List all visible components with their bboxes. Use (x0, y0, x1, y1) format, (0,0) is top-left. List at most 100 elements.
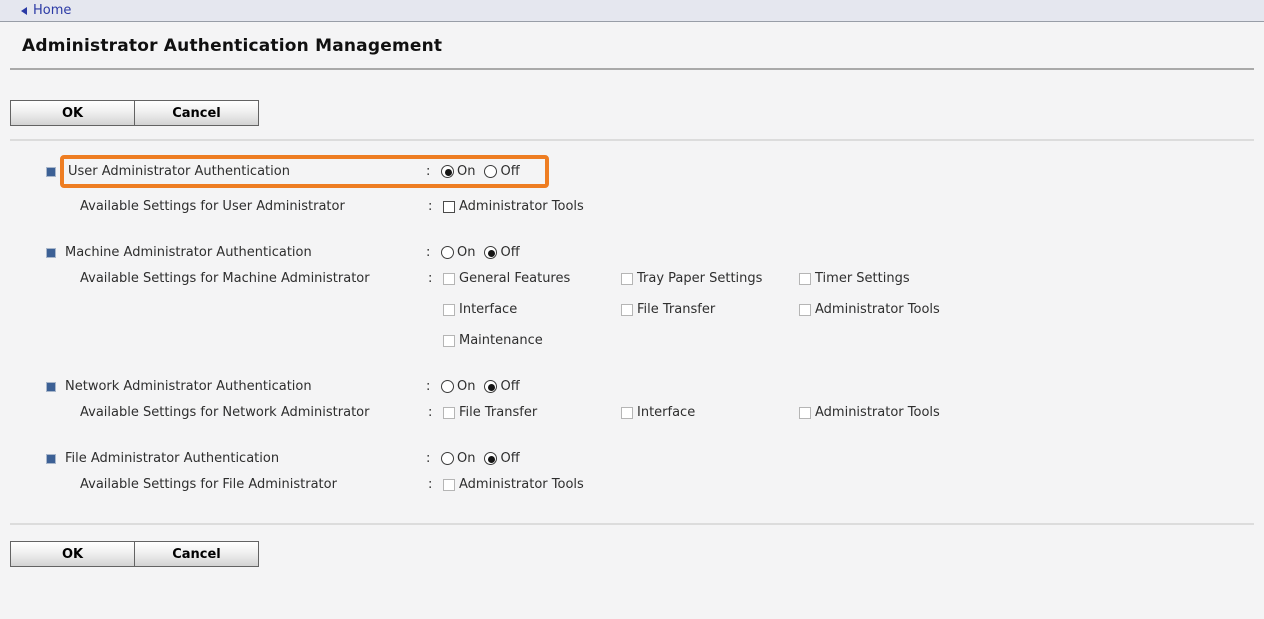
auth-setting-label: User Administrator Authentication (68, 164, 426, 179)
available-settings-label: Available Settings for Network Administr… (80, 405, 428, 420)
home-link[interactable]: Home (21, 3, 71, 18)
radio-option-on[interactable]: On (441, 245, 475, 260)
radio-button-icon (441, 380, 454, 393)
cancel-button-top[interactable]: Cancel (134, 100, 259, 126)
auth-setting-row: User Administrator Authentication : On Of… (0, 155, 1264, 188)
option-maintenance[interactable]: Maintenance (443, 333, 621, 348)
colon-separator: : (428, 405, 443, 420)
checkbox-icon (443, 273, 455, 285)
auth-setting-content: Network Administrator Authentication : O… (65, 379, 529, 394)
available-settings-options: General Features Tray Paper Settings Timer… (443, 271, 1003, 348)
section-bullet-icon (46, 454, 56, 464)
option-label: File Transfer (637, 302, 715, 317)
available-settings-label: Available Settings for File Administrato… (80, 477, 428, 492)
section-bullet-icon (46, 167, 56, 177)
option-label: Administrator Tools (815, 302, 940, 317)
checkbox-icon (799, 273, 811, 285)
radio-button-icon (484, 452, 497, 465)
colon-separator: : (428, 477, 443, 492)
option-administrator-tools[interactable]: Administrator Tools (443, 199, 621, 214)
on-off-radio-group: On Off (441, 379, 529, 394)
colon-separator: : (426, 379, 441, 394)
on-off-radio-group: On Off (441, 245, 529, 260)
option-tray-paper-settings[interactable]: Tray Paper Settings (621, 271, 799, 286)
colon-separator: : (426, 245, 441, 260)
home-link-label: Home (33, 3, 71, 18)
option-administrator-tools[interactable]: Administrator Tools (799, 302, 977, 317)
ok-button-bottom[interactable]: OK (10, 541, 135, 567)
auth-setting-row: File Administrator Authentication : On Of… (0, 451, 1264, 466)
option-label: General Features (459, 271, 570, 286)
option-interface[interactable]: Interface (443, 302, 621, 317)
option-timer-settings[interactable]: Timer Settings (799, 271, 977, 286)
content-divider-top (10, 139, 1254, 141)
checkbox-icon (621, 273, 633, 285)
radio-option-on[interactable]: On (441, 379, 475, 394)
option-label: Maintenance (459, 333, 543, 348)
option-label: Tray Paper Settings (637, 271, 762, 286)
auth-setting-label: Network Administrator Authentication (65, 379, 426, 394)
ok-button-top[interactable]: OK (10, 100, 135, 126)
radio-label: Off (500, 164, 519, 179)
radio-button-icon (484, 380, 497, 393)
checkbox-icon (621, 407, 633, 419)
option-general-features[interactable]: General Features (443, 271, 621, 286)
available-settings-row: Available Settings for Network Administr… (0, 405, 1264, 420)
radio-option-on[interactable]: On (441, 164, 475, 179)
admin-auth-section: File Administrator Authentication : On Of… (0, 451, 1264, 492)
admin-auth-section: Network Administrator Authentication : O… (0, 379, 1264, 420)
radio-label: Off (500, 451, 519, 466)
available-settings-row: Available Settings for File Administrato… (0, 477, 1264, 492)
on-off-radio-group: On Off (441, 451, 529, 466)
back-arrow-icon (21, 7, 27, 15)
available-settings-label: Available Settings for Machine Administr… (80, 271, 428, 286)
radio-option-off[interactable]: Off (484, 451, 519, 466)
radio-button-icon (441, 165, 454, 178)
option-label: Interface (459, 302, 517, 317)
available-settings-row: Available Settings for User Administrato… (0, 199, 1264, 214)
page-title: Administrator Authentication Management (22, 36, 1264, 56)
available-settings-options: Administrator Tools (443, 477, 1003, 492)
checkbox-icon (799, 407, 811, 419)
option-interface[interactable]: Interface (621, 405, 799, 420)
available-settings-options: File Transfer Interface Administrator Tool… (443, 405, 1003, 420)
checkbox-icon (443, 201, 455, 213)
on-off-radio-group: On Off (441, 164, 529, 179)
admin-auth-section: Machine Administrator Authentication : O… (0, 245, 1264, 348)
settings-sections: User Administrator Authentication : On Of… (0, 155, 1264, 492)
radio-option-on[interactable]: On (441, 451, 475, 466)
option-administrator-tools[interactable]: Administrator Tools (799, 405, 977, 420)
checkbox-icon (799, 304, 811, 316)
colon-separator: : (428, 271, 443, 286)
radio-option-off[interactable]: Off (484, 245, 519, 260)
available-settings-row: Available Settings for Machine Administr… (0, 271, 1264, 348)
cancel-button-bottom[interactable]: Cancel (134, 541, 259, 567)
radio-label: Off (500, 245, 519, 260)
colon-separator: : (426, 451, 441, 466)
checkbox-icon (443, 304, 455, 316)
content-divider-bottom (10, 523, 1254, 525)
top-navigation-bar: Home (0, 0, 1264, 22)
colon-separator: : (428, 199, 443, 214)
checkbox-icon (443, 407, 455, 419)
available-settings-label: Available Settings for User Administrato… (80, 199, 428, 214)
auth-setting-label: File Administrator Authentication (65, 451, 426, 466)
radio-option-off[interactable]: Off (484, 379, 519, 394)
option-file-transfer[interactable]: File Transfer (443, 405, 621, 420)
available-settings-options: Administrator Tools (443, 199, 1003, 214)
radio-option-off[interactable]: Off (484, 164, 519, 179)
radio-label: On (457, 379, 475, 394)
auth-setting-label: Machine Administrator Authentication (65, 245, 426, 260)
option-file-transfer[interactable]: File Transfer (621, 302, 799, 317)
auth-setting-content: Machine Administrator Authentication : O… (65, 245, 529, 260)
colon-separator: : (426, 164, 441, 179)
option-label: Interface (637, 405, 695, 420)
option-administrator-tools[interactable]: Administrator Tools (443, 477, 621, 492)
option-label: Administrator Tools (815, 405, 940, 420)
section-bullet-icon (46, 382, 56, 392)
checkbox-icon (443, 335, 455, 347)
auth-setting-row: Machine Administrator Authentication : O… (0, 245, 1264, 260)
title-divider (10, 68, 1254, 70)
admin-auth-section: User Administrator Authentication : On Of… (0, 155, 1264, 214)
checkbox-icon (443, 479, 455, 491)
